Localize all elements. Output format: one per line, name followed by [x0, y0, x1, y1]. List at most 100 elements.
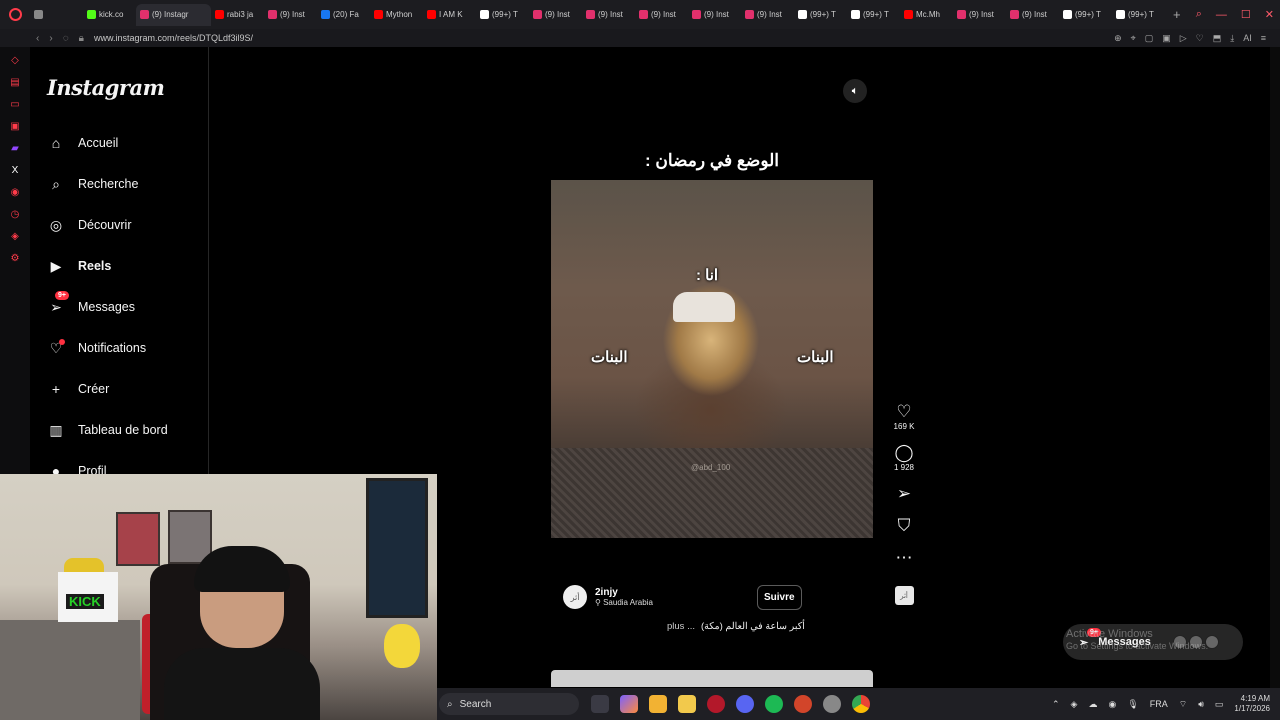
close-icon[interactable]: ✕ — [1265, 8, 1274, 21]
settings-icon[interactable]: ⚙ — [10, 253, 21, 264]
save-action[interactable]: ⛉ — [898, 516, 911, 536]
browser-tab[interactable]: (9) Inst — [582, 4, 635, 26]
file-explorer-icon[interactable] — [678, 695, 696, 713]
opera-menu-icon[interactable] — [0, 0, 30, 29]
browser-tab[interactable]: (9) Inst — [635, 4, 688, 26]
search-tabs-icon[interactable]: ⌕ — [1196, 8, 1202, 21]
wallet-icon[interactable]: ⬒ — [1213, 33, 1222, 44]
discord-icon[interactable] — [736, 695, 754, 713]
player-icon[interactable]: ▷ — [1180, 33, 1187, 44]
browser-tab[interactable]: Mython — [370, 4, 423, 26]
next-reel-preview[interactable] — [551, 670, 873, 687]
browser-tab[interactable]: (9) Inst — [264, 4, 317, 26]
forward-icon[interactable]: › — [49, 33, 52, 44]
nav-item-home[interactable]: ⌂ Accueil — [47, 130, 119, 156]
instagram-logo[interactable]: Instagram — [47, 75, 165, 100]
author-name[interactable]: 2injy — [595, 587, 653, 598]
browser-tab[interactable]: (9) Inst — [688, 4, 741, 26]
author-avatar[interactable]: أثر — [563, 585, 587, 609]
store-icon[interactable] — [649, 695, 667, 713]
browser-tab[interactable]: (99+) T — [1112, 4, 1165, 26]
browser-tab[interactable]: (99+) T — [847, 4, 900, 26]
browser-tab[interactable]: (20) Fa — [317, 4, 370, 26]
new-tab-button[interactable]: + — [1173, 7, 1181, 22]
share-icon[interactable]: ➢ — [897, 484, 911, 504]
audio-thumbnail[interactable]: أثر — [894, 586, 914, 605]
heart-icon[interactable]: ♡ — [896, 402, 911, 422]
snapshot-icon[interactable]: ▢ — [1145, 33, 1154, 44]
page-scrollbar[interactable] — [1270, 47, 1280, 688]
player-sidebar-icon[interactable]: ◉ — [10, 187, 21, 198]
tray-chevron-icon[interactable]: ⌃ — [1052, 699, 1060, 710]
reel-video-card[interactable]: 🔈︎ الوضع في رمضان : انا : البنات البنات … — [551, 73, 873, 645]
browser-tab[interactable]: I AM K — [423, 4, 476, 26]
comment-icon[interactable]: ◯ — [894, 443, 913, 463]
maximize-icon[interactable]: ☐ — [1241, 8, 1251, 21]
language-indicator[interactable]: FRA — [1150, 699, 1168, 709]
browser-tab[interactable]: (99+) T — [476, 4, 529, 26]
browser-tab[interactable]: (9) Inst — [1006, 4, 1059, 26]
share-action[interactable]: ➢ — [897, 484, 911, 504]
nav-item-plus[interactable]: + Créer — [47, 376, 109, 402]
bookmark-icon[interactable]: ⛉ — [898, 516, 911, 536]
obs-icon[interactable] — [823, 695, 841, 713]
shopping-icon[interactable]: ▤ — [10, 77, 21, 88]
mic-icon[interactable]: 🎙︎ — [1127, 699, 1138, 710]
wifi-icon[interactable]: ⌔ — [1179, 699, 1187, 710]
browser-tab[interactable]: (9) Inst — [953, 4, 1006, 26]
opera-taskbar-icon[interactable] — [707, 695, 725, 713]
bookmark-heart-icon[interactable]: ♡ — [1196, 33, 1204, 44]
browser-tab[interactable]: (99+) T — [1059, 4, 1112, 26]
history-icon[interactable]: ◷ — [10, 209, 21, 220]
network-app-icon[interactable]: ◉ — [1108, 699, 1116, 710]
nav-item-reels[interactable]: ▶ Reels — [47, 253, 112, 279]
chat-icon[interactable]: ▭ — [10, 99, 21, 110]
extensions-icon[interactable]: ▣ — [1162, 33, 1171, 44]
browser-tab[interactable]: (99+) T — [794, 4, 847, 26]
nav-item-compass[interactable]: ◎ Découvrir — [47, 212, 132, 238]
nav-item-dashboard[interactable]: ▥ Tableau de bord — [47, 417, 167, 443]
browser-tab[interactable]: (9) Inst — [529, 4, 582, 26]
author-location[interactable]: Saudia Arabia — [603, 598, 653, 607]
app-icon[interactable] — [794, 695, 812, 713]
like-action[interactable]: ♡ 169 K — [894, 402, 915, 431]
back-icon[interactable]: ‹ — [36, 33, 39, 44]
zoom-icon[interactable]: ⊕ — [1114, 33, 1122, 44]
browser-tab[interactable]: (9) Inst — [741, 4, 794, 26]
download-icon[interactable]: ⤓ — [1230, 33, 1234, 44]
nav-item-heart[interactable]: ♡ Notifications — [47, 335, 146, 361]
menu-icon[interactable]: ≡ — [1261, 33, 1266, 43]
onedrive-icon[interactable]: ☁ — [1088, 699, 1097, 710]
browser-tab[interactable]: kick.co — [83, 4, 136, 26]
comment-action[interactable]: ◯ 1 928 — [894, 443, 914, 472]
browser-tab[interactable]: (9) Instagr — [136, 3, 211, 26]
nav-item-search[interactable]: ⌕ Recherche — [47, 171, 138, 197]
sound-toggle-icon[interactable]: 🔈︎ — [843, 79, 867, 103]
bookmarks-icon[interactable]: ◈ — [10, 231, 21, 242]
task-view-icon[interactable] — [591, 695, 609, 713]
browser-tab[interactable] — [30, 4, 83, 26]
loading-icon[interactable]: ◌ — [63, 33, 69, 44]
browser-tab[interactable]: rabi3 ja — [211, 4, 264, 26]
reel-video-frame[interactable]: انا : البنات البنات @abd_100 — [551, 180, 873, 538]
chrome-icon[interactable] — [852, 695, 870, 713]
spotify-icon[interactable] — [765, 695, 783, 713]
twitch-icon[interactable]: ▰ — [10, 143, 21, 154]
minimize-icon[interactable]: — — [1216, 9, 1227, 21]
battery-icon[interactable]: ▭ — [1215, 699, 1224, 710]
url-field[interactable]: www.instagram.com/reels/DTQLdf3il9S/ — [94, 33, 253, 43]
copilot-icon[interactable] — [620, 695, 638, 713]
nav-item-messenger[interactable]: ➢ 9+ Messages — [47, 291, 135, 320]
clock[interactable]: 4:19 AM 1/17/2026 — [1234, 694, 1270, 714]
inbox-icon[interactable]: ▣ — [10, 121, 21, 132]
taskbar-search[interactable]: ⌕ Search — [439, 693, 579, 715]
browser-tab[interactable]: Mc.Mh — [900, 4, 953, 26]
more-link[interactable]: plus ... — [667, 621, 695, 632]
aria-ai-button[interactable]: AI — [1243, 33, 1252, 43]
follow-button[interactable]: Suivre — [757, 585, 802, 610]
more-icon[interactable]: ⋯ — [896, 548, 913, 568]
volume-icon[interactable]: 🔊︎ — [1198, 699, 1204, 710]
x-twitter-icon[interactable]: X — [10, 165, 21, 176]
tray-app-icon[interactable]: ◈ — [1071, 699, 1078, 710]
pin-icon[interactable]: ⌖ — [1131, 33, 1136, 44]
